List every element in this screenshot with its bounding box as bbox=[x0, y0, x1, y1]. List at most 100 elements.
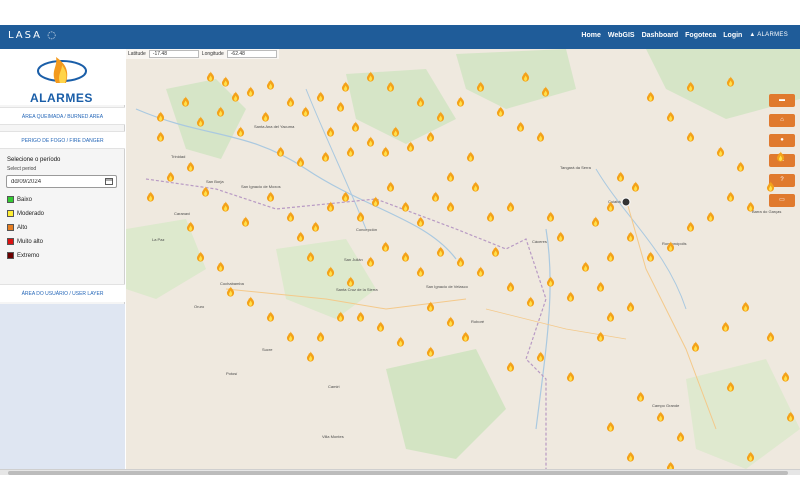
fire-marker-icon[interactable] bbox=[456, 94, 465, 107]
fire-marker-icon[interactable] bbox=[406, 139, 415, 152]
fire-danger-link[interactable]: PERIGO DE FOGO / FIRE DANGER bbox=[0, 131, 125, 149]
map-view[interactable]: Latitude -17.48 Longitude -62.48 ▬ ⌂ ● ▲… bbox=[126, 49, 800, 469]
fire-marker-icon[interactable] bbox=[496, 104, 505, 117]
fire-marker-icon[interactable] bbox=[636, 389, 645, 402]
fire-marker-icon[interactable] bbox=[276, 144, 285, 157]
fire-marker-icon[interactable] bbox=[341, 189, 350, 202]
fire-marker-icon[interactable] bbox=[366, 69, 375, 82]
fire-marker-icon[interactable] bbox=[741, 299, 750, 312]
location-pin-icon[interactable] bbox=[620, 196, 632, 208]
fire-marker-icon[interactable] bbox=[716, 144, 725, 157]
fire-marker-icon[interactable] bbox=[316, 89, 325, 102]
fire-marker-icon[interactable] bbox=[446, 169, 455, 182]
fire-marker-icon[interactable] bbox=[656, 409, 665, 422]
fire-marker-icon[interactable] bbox=[221, 74, 230, 87]
fire-marker-icon[interactable] bbox=[416, 264, 425, 277]
fire-marker-icon[interactable] bbox=[381, 144, 390, 157]
layers-button[interactable]: ▬ bbox=[769, 94, 795, 107]
fire-marker-icon[interactable] bbox=[626, 299, 635, 312]
fire-marker-icon[interactable] bbox=[726, 74, 735, 87]
fire-marker-icon[interactable] bbox=[326, 199, 335, 212]
nav-webgis[interactable]: WebGIS bbox=[608, 32, 635, 39]
horizontal-scrollbar[interactable] bbox=[0, 469, 800, 475]
user-area-link[interactable]: ÁREA DO USUÁRIO / USER LAYER bbox=[0, 284, 125, 302]
fire-marker-icon[interactable] bbox=[786, 409, 795, 422]
alarmes-mini-logo[interactable]: ▲ ALARMES bbox=[749, 32, 788, 39]
fire-marker-icon[interactable] bbox=[721, 319, 730, 332]
fire-marker-icon[interactable] bbox=[596, 279, 605, 292]
fire-marker-icon[interactable] bbox=[626, 229, 635, 242]
fire-marker-icon[interactable] bbox=[521, 69, 530, 82]
date-input[interactable] bbox=[6, 175, 117, 188]
fire-marker-icon[interactable] bbox=[431, 189, 440, 202]
fire-marker-icon[interactable] bbox=[781, 369, 790, 382]
nav-fogoteca[interactable]: Fogoteca bbox=[685, 32, 716, 39]
home-button[interactable]: ⌂ bbox=[769, 114, 795, 127]
fire-marker-icon[interactable] bbox=[646, 89, 655, 102]
fire-marker-icon[interactable] bbox=[246, 294, 255, 307]
fire-marker-icon[interactable] bbox=[436, 244, 445, 257]
fire-marker-icon[interactable] bbox=[491, 244, 500, 257]
nav-login[interactable]: Login bbox=[723, 32, 742, 39]
fire-marker-icon[interactable] bbox=[546, 274, 555, 287]
fire-marker-icon[interactable] bbox=[596, 329, 605, 342]
fire-marker-icon[interactable] bbox=[221, 199, 230, 212]
fire-marker-icon[interactable] bbox=[566, 289, 575, 302]
fire-marker-icon[interactable] bbox=[201, 184, 210, 197]
nav-home[interactable]: Home bbox=[581, 32, 600, 39]
fire-marker-icon[interactable] bbox=[196, 114, 205, 127]
fire-marker-icon[interactable] bbox=[541, 84, 550, 97]
fire-marker-icon[interactable] bbox=[346, 274, 355, 287]
fire-marker-icon[interactable] bbox=[146, 189, 155, 202]
fire-marker-icon[interactable] bbox=[341, 79, 350, 92]
fire-marker-icon[interactable] bbox=[736, 159, 745, 172]
fire-marker-icon[interactable] bbox=[566, 369, 575, 382]
fire-marker-icon[interactable] bbox=[396, 334, 405, 347]
fire-marker-icon[interactable] bbox=[506, 199, 515, 212]
fire-marker-icon[interactable] bbox=[726, 189, 735, 202]
scrollbar-thumb[interactable] bbox=[8, 471, 788, 475]
fire-marker-icon[interactable] bbox=[386, 179, 395, 192]
fire-marker-icon[interactable] bbox=[626, 449, 635, 462]
fire-marker-icon[interactable] bbox=[676, 429, 685, 442]
fire-marker-icon[interactable] bbox=[461, 329, 470, 342]
fire-marker-icon[interactable] bbox=[556, 229, 565, 242]
fire-marker-icon[interactable] bbox=[296, 229, 305, 242]
nav-dashboard[interactable]: Dashboard bbox=[642, 32, 679, 39]
fire-marker-icon[interactable] bbox=[381, 239, 390, 252]
fire-marker-icon[interactable] bbox=[386, 79, 395, 92]
fire-marker-icon[interactable] bbox=[231, 89, 240, 102]
fire-marker-icon[interactable] bbox=[306, 349, 315, 362]
fire-marker-icon[interactable] bbox=[316, 329, 325, 342]
fire-marker-icon[interactable] bbox=[226, 284, 235, 297]
camera-button[interactable]: ▭ bbox=[769, 194, 795, 207]
fire-marker-icon[interactable] bbox=[336, 99, 345, 112]
fire-marker-icon[interactable] bbox=[181, 94, 190, 107]
fire-marker-icon[interactable] bbox=[686, 79, 695, 92]
fire-marker-icon[interactable] bbox=[346, 144, 355, 157]
fire-marker-icon[interactable] bbox=[616, 169, 625, 182]
fire-marker-icon[interactable] bbox=[166, 169, 175, 182]
fire-marker-icon[interactable] bbox=[356, 209, 365, 222]
fire-marker-icon[interactable] bbox=[606, 249, 615, 262]
fire-marker-icon[interactable] bbox=[241, 214, 250, 227]
fire-marker-icon[interactable] bbox=[706, 209, 715, 222]
fire-marker-icon[interactable] bbox=[286, 209, 295, 222]
fire-marker-icon[interactable] bbox=[206, 69, 215, 82]
fire-marker-icon[interactable] bbox=[376, 319, 385, 332]
fire-marker-icon[interactable] bbox=[351, 119, 360, 132]
fire-marker-icon[interactable] bbox=[261, 109, 270, 122]
fire-marker-icon[interactable] bbox=[546, 209, 555, 222]
fire-marker-icon[interactable] bbox=[686, 129, 695, 142]
fire-marker-icon[interactable] bbox=[266, 309, 275, 322]
fire-marker-icon[interactable] bbox=[746, 449, 755, 462]
fire-marker-icon[interactable] bbox=[286, 94, 295, 107]
fire-marker-icon[interactable] bbox=[746, 199, 755, 212]
fire-marker-icon[interactable] bbox=[476, 79, 485, 92]
fire-marker-icon[interactable] bbox=[216, 104, 225, 117]
fire-marker-icon[interactable] bbox=[526, 294, 535, 307]
fire-marker-icon[interactable] bbox=[486, 209, 495, 222]
fire-marker-icon[interactable] bbox=[416, 94, 425, 107]
fire-marker-icon[interactable] bbox=[471, 179, 480, 192]
fire-marker-icon[interactable] bbox=[726, 379, 735, 392]
